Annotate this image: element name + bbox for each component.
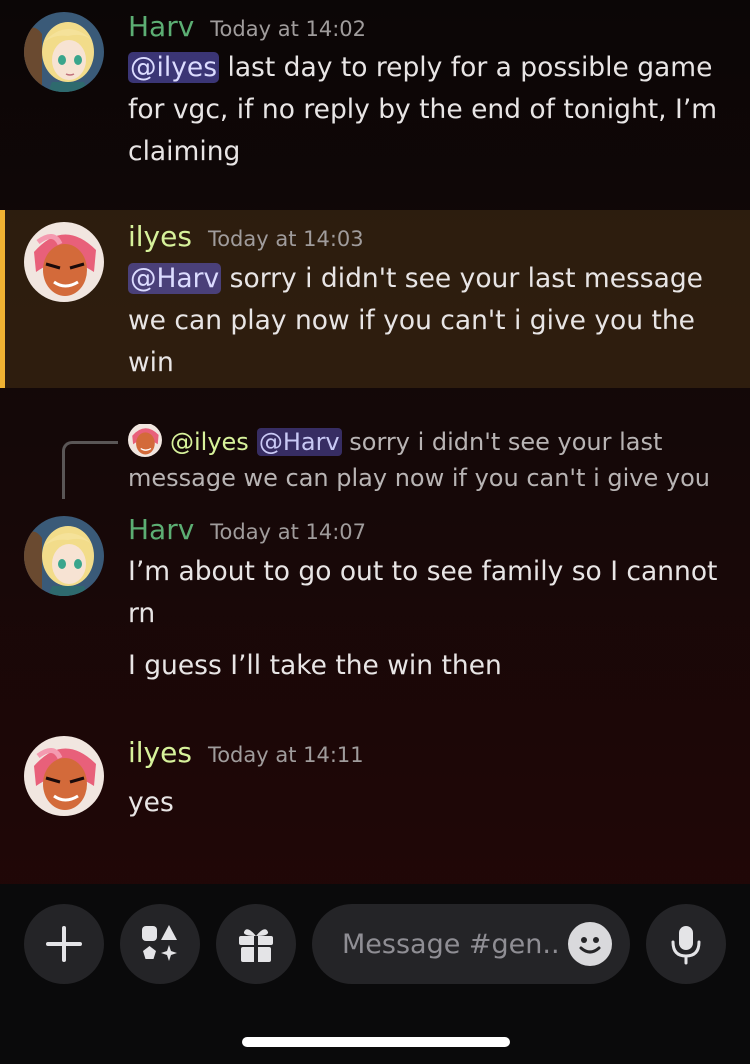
apps-button[interactable] — [120, 904, 200, 984]
composer-bar — [0, 884, 750, 1064]
username[interactable]: ilyes — [128, 220, 192, 253]
mention[interactable]: @Harv — [128, 263, 222, 294]
reply-avatar — [128, 424, 162, 457]
timestamp: Today at 14:07 — [210, 520, 367, 544]
message-input[interactable] — [342, 928, 562, 960]
username[interactable]: ilyes — [128, 736, 192, 769]
message-input-container[interactable] — [312, 904, 630, 984]
voice-button[interactable] — [646, 904, 726, 984]
plus-icon — [46, 926, 82, 962]
timestamp: Today at 14:02 — [210, 17, 367, 41]
avatar-ilyes[interactable] — [24, 736, 104, 816]
message-text: I’m about to go out to see family so I c… — [128, 556, 718, 629]
message-text: yes — [128, 787, 174, 818]
emoji-icon — [579, 937, 601, 954]
apps-icon — [142, 925, 177, 961]
avatar-harv[interactable] — [24, 12, 104, 92]
username[interactable]: Harv — [128, 10, 194, 43]
emoji-button[interactable] — [568, 922, 612, 966]
username[interactable]: Harv — [128, 513, 194, 546]
home-indicator[interactable] — [242, 1037, 510, 1047]
reply-connector — [62, 441, 118, 499]
timestamp: Today at 14:11 — [207, 743, 364, 767]
microphone-icon — [671, 926, 701, 965]
avatar-ilyes[interactable] — [24, 222, 104, 302]
gift-button[interactable] — [216, 904, 296, 984]
mention[interactable]: @ilyes — [128, 52, 220, 83]
add-button[interactable] — [24, 904, 104, 984]
chat-messages: Harv Today at 14:02 @ilyes last day to r… — [0, 0, 750, 884]
reply-mention: @Harv — [256, 428, 342, 456]
gift-icon — [239, 929, 273, 962]
message-content: @ilyes last day to reply for a possible … — [128, 47, 728, 173]
avatar-harv[interactable] — [24, 516, 104, 596]
reply-username[interactable]: @ilyes — [170, 428, 249, 456]
message-content: @Harv sorry i didn't see your last messa… — [128, 258, 728, 384]
timestamp: Today at 14:03 — [207, 227, 364, 251]
reply-preview[interactable]: @ilyes @Harv sorry i didn't see your last… — [128, 424, 728, 496]
message-text: I guess I’ll take the win then — [128, 650, 502, 681]
